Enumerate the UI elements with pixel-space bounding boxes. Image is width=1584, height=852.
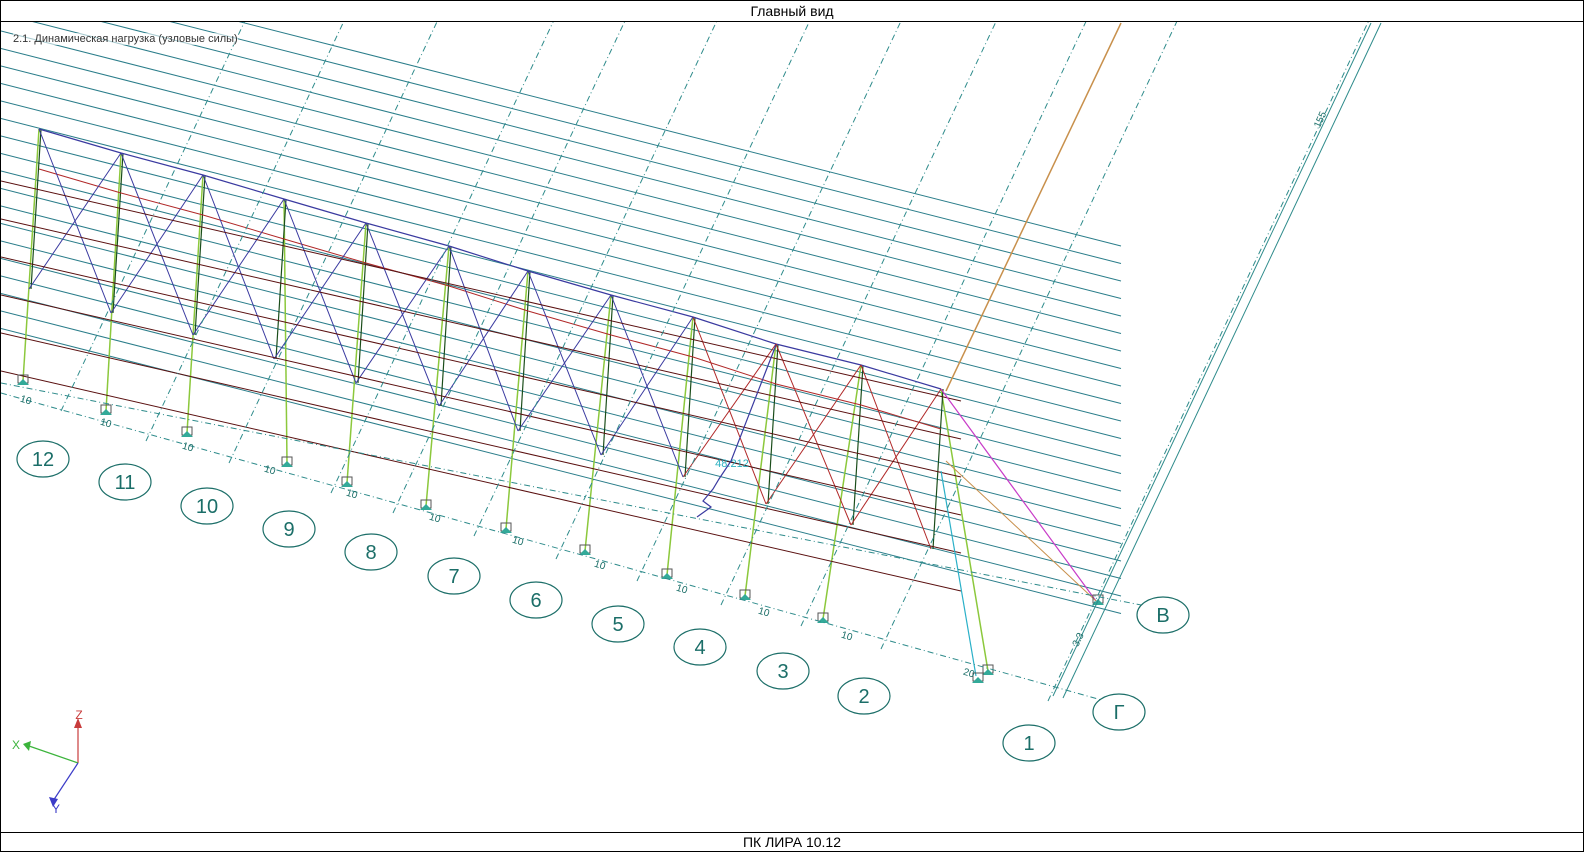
dimension-label: 10 xyxy=(345,488,359,502)
longitudinal-beam xyxy=(1,256,962,478)
axis-letter-0: В xyxy=(1156,605,1169,627)
grid-axis-line xyxy=(720,22,997,606)
axis-number-4: 4 xyxy=(694,637,705,659)
axis-number-7: 7 xyxy=(448,566,459,588)
bracing xyxy=(283,198,357,384)
x-axis-label: X xyxy=(12,738,20,752)
column xyxy=(186,174,204,434)
column-inner xyxy=(932,388,944,550)
axis-number-6: 6 xyxy=(530,590,541,612)
roof-purlin xyxy=(238,22,1122,247)
z-axis-label: Z xyxy=(75,708,82,722)
roof-purlin xyxy=(1,205,1122,492)
roof-purlin xyxy=(1,48,1122,334)
dimension-label: 10 xyxy=(19,394,33,408)
support-icon xyxy=(281,461,293,467)
model-viewport[interactable]: 1 2 3 4 5 6 7 8 9 10 11 12 В Г 10 10 10 10 10 10 10 10 10 10 10… xyxy=(1,22,1583,833)
side-dimension-line xyxy=(1062,22,1382,699)
x-axis xyxy=(28,745,79,764)
program-name: ПК ЛИРА 10.12 xyxy=(1,832,1583,851)
longitudinal-beam xyxy=(1,218,962,440)
roof-purlin xyxy=(1,188,1122,474)
roof-purlin xyxy=(1,118,1122,404)
roof-edge xyxy=(945,22,1122,392)
roof-grid xyxy=(1,22,1122,614)
bracing xyxy=(775,343,852,526)
bracing xyxy=(610,294,684,478)
support-icon xyxy=(661,573,673,579)
dimension-label: 10 xyxy=(675,583,689,597)
support-icon xyxy=(420,504,432,510)
roof-purlin xyxy=(101,22,1122,282)
roof-purlin xyxy=(1,100,1122,387)
roof-purlin xyxy=(1,258,1122,544)
support-icon xyxy=(100,409,112,415)
dimension-label: 20 xyxy=(962,667,976,681)
load-case-label: 2.1. Динамическая нагрузка (узловые силы… xyxy=(13,33,238,45)
column-inner xyxy=(194,174,206,336)
column xyxy=(940,388,989,672)
view-title: Главный вид xyxy=(1,1,1583,22)
axis-number-10: 10 xyxy=(196,496,218,518)
roof-purlin xyxy=(169,22,1122,264)
axis-letter-1: Г xyxy=(1114,702,1125,724)
grid-axis-g xyxy=(1,392,1142,712)
roof-purlin xyxy=(1,223,1122,509)
axis-number-1: 1 xyxy=(1023,733,1034,755)
support-icon xyxy=(972,677,984,683)
x-arrow xyxy=(23,741,31,751)
support-icon xyxy=(579,549,591,555)
axis-number-5: 5 xyxy=(612,614,623,636)
dimension-label: 10 xyxy=(263,464,277,478)
grid-axis-line xyxy=(1047,22,1369,702)
dimension-label: 10 xyxy=(593,559,607,573)
support-icon xyxy=(500,527,512,533)
window-frame: Главный вид 1 2 3 4 5 6 7 8 9 10 11 12 В Г 10 10 10 10 10… xyxy=(0,0,1584,852)
grid-axis-line xyxy=(555,22,810,560)
dimension-label: 10 xyxy=(840,630,854,644)
y-axis xyxy=(52,762,79,802)
column xyxy=(22,128,40,382)
grid-axis-line xyxy=(473,22,717,537)
bracing xyxy=(527,270,602,456)
grid-axis-line xyxy=(392,22,626,514)
axis-number-3: 3 xyxy=(777,661,788,683)
axis-number-12: 12 xyxy=(32,449,54,471)
dimension-label: 10 xyxy=(757,606,771,620)
dimension-label: 155 xyxy=(1312,110,1329,130)
axis-labels: 123456789101112ВГ xyxy=(16,440,1190,762)
structural-model-view[interactable]: 123456789101112ВГ 1010101010101010101010… xyxy=(1,22,1583,833)
y-axis-label: Y xyxy=(52,802,60,816)
roof-purlin xyxy=(1,293,1122,579)
bracing xyxy=(120,152,194,336)
dimension-label: 10 xyxy=(99,417,113,431)
axis-number-2: 2 xyxy=(858,686,869,708)
roof-purlin xyxy=(1,135,1122,422)
roof-purlin xyxy=(1,65,1122,352)
bracing xyxy=(448,245,519,432)
dimension-label: 10 xyxy=(511,535,525,549)
support-icon xyxy=(341,481,353,487)
dimension-label: 10 xyxy=(428,512,442,526)
support-icon xyxy=(181,431,193,437)
axis-number-8: 8 xyxy=(365,542,376,564)
end-diagonal xyxy=(940,388,1097,602)
dimension-label: 3.3 xyxy=(1071,631,1087,649)
roof-purlin xyxy=(1,240,1122,527)
dimension-label: 10 xyxy=(181,441,195,455)
support-icon xyxy=(817,617,829,623)
roof-purlin xyxy=(1,275,1122,562)
axis-number-11: 11 xyxy=(115,472,136,494)
bracing xyxy=(38,128,112,314)
support-icon xyxy=(17,379,29,385)
roof-purlin xyxy=(1,170,1122,457)
axis-number-9: 9 xyxy=(283,519,294,541)
grid-axis-v xyxy=(1,382,1142,606)
